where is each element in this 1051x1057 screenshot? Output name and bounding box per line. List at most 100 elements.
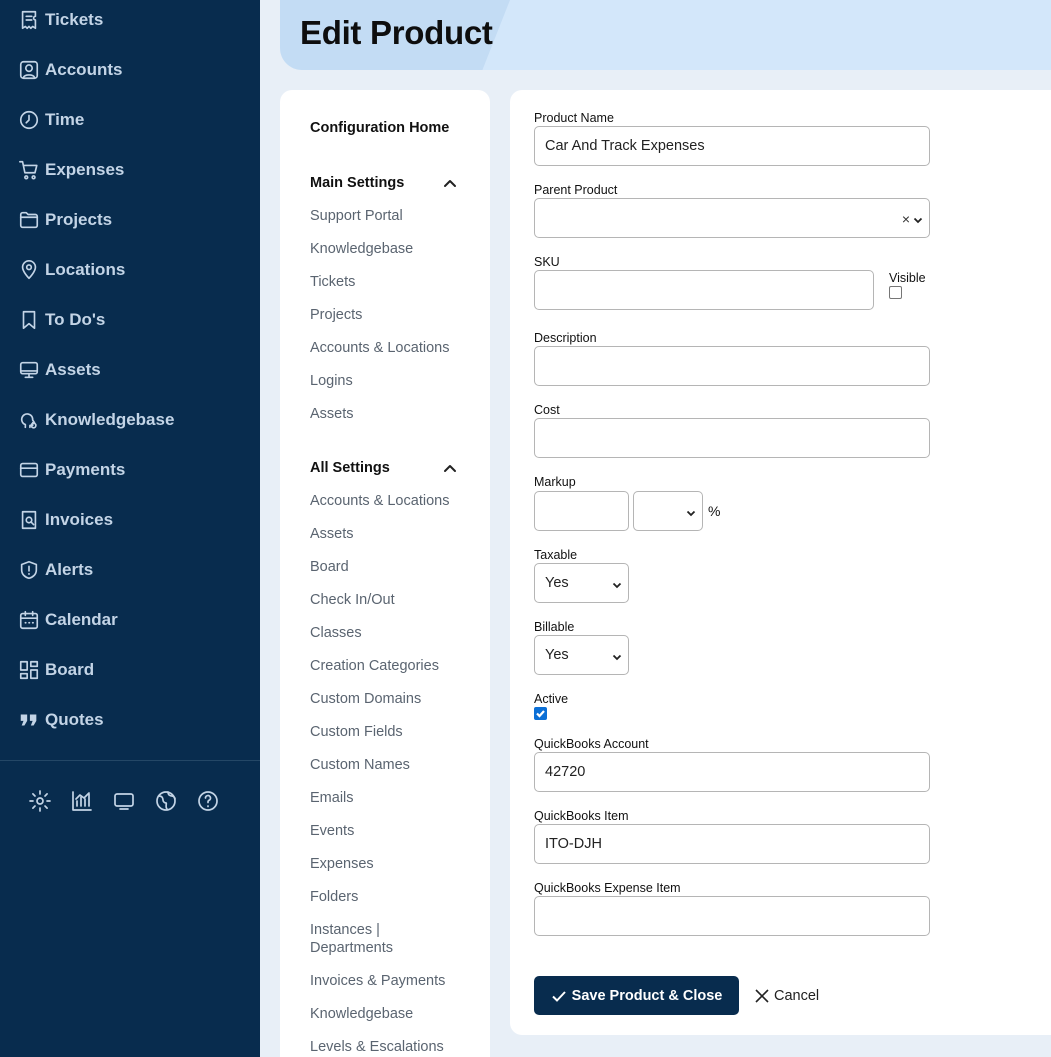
sidebar-item-label: Time [45,110,85,129]
qb-account-label: QuickBooks Account [534,737,649,751]
location-pin-icon [21,260,37,280]
product-name-label: Product Name [534,111,614,125]
sidebar-item-alerts[interactable]: Alerts [18,555,93,585]
billable-select[interactable]: Yes [534,635,629,675]
qb-expense-item-input[interactable] [534,896,930,936]
brain-icon [20,413,37,429]
credit-card-icon [19,462,39,478]
qb-item-label: QuickBooks Item [534,809,629,823]
chevron-up-icon[interactable] [442,460,458,476]
save-product-button[interactable]: Save Product & Close [534,976,739,1015]
cost-input[interactable] [534,418,930,458]
sidebar: Tickets Accounts Time Expenses Projects … [0,0,260,1057]
help-icon[interactable] [196,789,220,813]
monitor-icon[interactable] [112,789,136,813]
sidebar-item-payments[interactable]: Payments [18,455,125,485]
settings-item-folders[interactable]: Folders [310,888,358,906]
sidebar-item-quotes[interactable]: Quotes [18,705,104,735]
settings-item-creation-categories[interactable]: Creation Categories [310,657,439,675]
settings-item-classes[interactable]: Classes [310,624,362,642]
bookmark-icon [22,310,36,330]
taxable-select[interactable]: Yes [534,563,629,603]
sidebar-item-projects[interactable]: Projects [18,205,112,235]
cancel-button[interactable]: Cancel [754,976,819,1015]
sku-input[interactable] [534,270,874,310]
settings-item-custom-domains[interactable]: Custom Domains [310,690,421,708]
sidebar-item-invoices[interactable]: Invoices [18,505,113,535]
parent-product-select[interactable]: × [534,198,930,238]
sidebar-item-todos[interactable]: To Do's [18,305,105,335]
sidebar-item-expenses[interactable]: Expenses [18,155,124,185]
description-input[interactable] [534,346,930,386]
settings-item-projects[interactable]: Projects [310,306,362,324]
settings-item-logins[interactable]: Logins [310,372,353,390]
settings-item-tickets[interactable]: Tickets [310,273,355,291]
account-icon [19,60,39,80]
calendar-icon [19,610,39,630]
qb-item-input[interactable] [534,824,930,864]
sidebar-item-locations[interactable]: Locations [18,255,125,285]
settings-home-link[interactable]: Configuration Home [310,119,449,137]
settings-item-assets[interactable]: Assets [310,405,354,423]
globe-icon[interactable] [154,789,178,813]
sidebar-item-time[interactable]: Time [18,105,84,135]
folder-icon [19,211,39,229]
settings-item-levels-escalations[interactable]: Levels & Escalations [310,1038,444,1056]
sidebar-item-label: Projects [45,210,113,229]
settings-item-events[interactable]: Events [310,822,354,840]
chevron-down-icon [612,578,622,589]
settings-item-board[interactable]: Board [310,558,349,576]
settings-item-custom-fields[interactable]: Custom Fields [310,723,403,741]
markup-type-select[interactable] [633,491,703,531]
sidebar-item-label: Tickets [45,10,104,29]
main-settings-heading[interactable]: Main Settings [310,174,404,192]
active-checkbox[interactable] [534,707,547,720]
sidebar-item-knowledgebase[interactable]: Knowledgebase [18,405,174,435]
settings-item-instances[interactable]: Instances | [310,921,380,939]
sidebar-item-assets[interactable]: Assets [18,355,101,385]
settings-item-support-portal[interactable]: Support Portal [310,207,403,225]
chevron-up-icon[interactable] [442,175,458,191]
settings-item-departments[interactable]: Departments [310,939,393,957]
settings-item-expenses[interactable]: Expenses [310,855,374,873]
active-label: Active [534,692,569,706]
qb-account-input[interactable] [534,752,930,792]
settings-item-invoices-payments[interactable]: Invoices & Payments [310,972,445,990]
parent-product-label: Parent Product [534,183,618,197]
qb-expense-item-label: QuickBooks Expense Item [534,881,681,895]
settings-item-custom-names[interactable]: Custom Names [310,756,410,774]
settings-item-check-in-out[interactable]: Check In/Out [310,591,395,609]
settings-item-knowledgebase[interactable]: Knowledgebase [310,240,413,258]
description-label: Description [534,331,597,345]
settings-item-knowledgebase[interactable]: Knowledgebase [310,1005,413,1023]
sidebar-item-calendar[interactable]: Calendar [18,605,118,635]
clock-icon [19,110,39,130]
all-settings-heading[interactable]: All Settings [310,459,390,477]
markup-input[interactable] [534,491,629,531]
chart-icon[interactable] [70,789,94,813]
gear-icon[interactable] [28,789,52,813]
settings-item-accounts-locations[interactable]: Accounts & Locations [310,492,449,510]
product-name-input[interactable] [534,126,930,166]
settings-item-assets[interactable]: Assets [310,525,354,543]
sidebar-item-label: Alerts [45,560,94,579]
page-header: Edit Product [280,0,1051,70]
clear-icon[interactable]: × [902,211,910,227]
shield-alert-icon [20,560,38,580]
taxable-value: Yes [545,575,569,591]
monitor-icon [19,361,39,379]
visible-checkbox[interactable] [889,286,902,299]
sidebar-item-label: Payments [45,460,126,479]
sidebar-item-accounts[interactable]: Accounts [18,55,122,85]
sidebar-item-tickets[interactable]: Tickets [18,5,103,35]
board-icon [19,660,39,680]
ticket-icon [21,10,37,30]
chevron-down-icon [612,650,622,661]
settings-item-emails[interactable]: Emails [310,789,354,807]
settings-item-accounts-locations[interactable]: Accounts & Locations [310,339,449,357]
invoice-icon [21,510,37,530]
billable-value: Yes [545,647,569,663]
sidebar-item-board[interactable]: Board [18,655,94,685]
quote-icon [20,714,37,726]
sidebar-item-label: Quotes [45,710,104,729]
